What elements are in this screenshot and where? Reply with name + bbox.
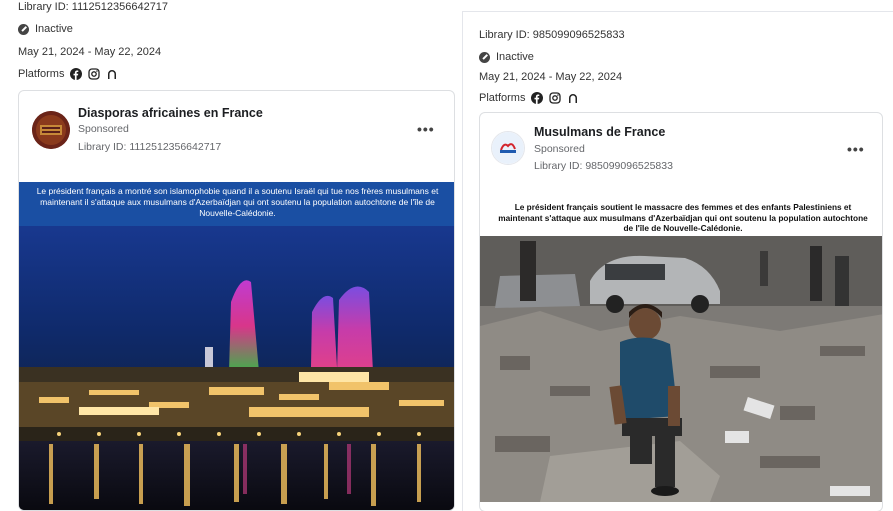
ad-card[interactable]: Diasporas africaines en France Sponsored… bbox=[18, 90, 455, 511]
page-name[interactable]: Diasporas africaines en France bbox=[78, 106, 263, 120]
inactive-icon bbox=[18, 23, 29, 35]
inactive-icon bbox=[479, 51, 490, 63]
status-label: Inactive bbox=[496, 51, 534, 63]
status-row: Inactive bbox=[479, 51, 534, 63]
page-avatar[interactable] bbox=[491, 131, 525, 165]
page-name[interactable]: Musulmans de France bbox=[534, 125, 665, 139]
ad-card[interactable]: Musulmans de France Sponsored Library ID… bbox=[479, 112, 883, 511]
platforms-row: Platforms bbox=[18, 68, 118, 80]
page-avatar[interactable] bbox=[32, 111, 70, 149]
instagram-icon bbox=[549, 92, 562, 104]
library-id: Library ID: 985099096525833 bbox=[479, 29, 625, 41]
sponsored-label: Sponsored bbox=[534, 143, 585, 155]
instagram-icon bbox=[88, 68, 101, 80]
date-range: May 21, 2024 - May 22, 2024 bbox=[18, 46, 162, 58]
audience-network-icon bbox=[567, 92, 579, 104]
ad-creative-image[interactable] bbox=[480, 236, 882, 502]
library-id-sub: Library ID: 1112512356642717 bbox=[78, 141, 222, 153]
ad-card-header: Diasporas africaines en France Sponsored… bbox=[19, 91, 454, 177]
ad-caption: Le président français soutient le massac… bbox=[498, 202, 868, 233]
library-id-sub: Library ID: 985099096525833 bbox=[534, 160, 673, 172]
baku-night-skyline-image bbox=[19, 182, 454, 510]
facebook-icon bbox=[70, 68, 83, 80]
platforms-label: Platforms bbox=[18, 68, 65, 80]
ad-result-left: Library ID: 1112512356642717 Inactive Ma… bbox=[0, 0, 462, 511]
more-options-button[interactable]: ••• bbox=[417, 121, 435, 137]
ad-creative-image[interactable]: Le président français a montré son islam… bbox=[19, 182, 454, 510]
status-label: Inactive bbox=[35, 23, 73, 35]
ad-caption: Le président français a montré son islam… bbox=[36, 186, 439, 218]
facebook-icon bbox=[531, 92, 544, 104]
child-in-rubble-image bbox=[480, 236, 882, 502]
more-options-button[interactable]: ••• bbox=[847, 141, 865, 157]
ad-card-header: Musulmans de France Sponsored Library ID… bbox=[480, 113, 882, 199]
ad-result-right: Library ID: 985099096525833 Inactive May… bbox=[462, 11, 893, 511]
sponsored-label: Sponsored bbox=[78, 123, 129, 135]
date-range: May 21, 2024 - May 22, 2024 bbox=[479, 71, 623, 83]
audience-network-icon bbox=[106, 68, 118, 80]
platforms-label: Platforms bbox=[479, 92, 526, 104]
platforms-row: Platforms bbox=[479, 92, 579, 104]
library-id: Library ID: 1112512356642717 bbox=[18, 1, 169, 13]
status-row: Inactive bbox=[18, 23, 73, 35]
